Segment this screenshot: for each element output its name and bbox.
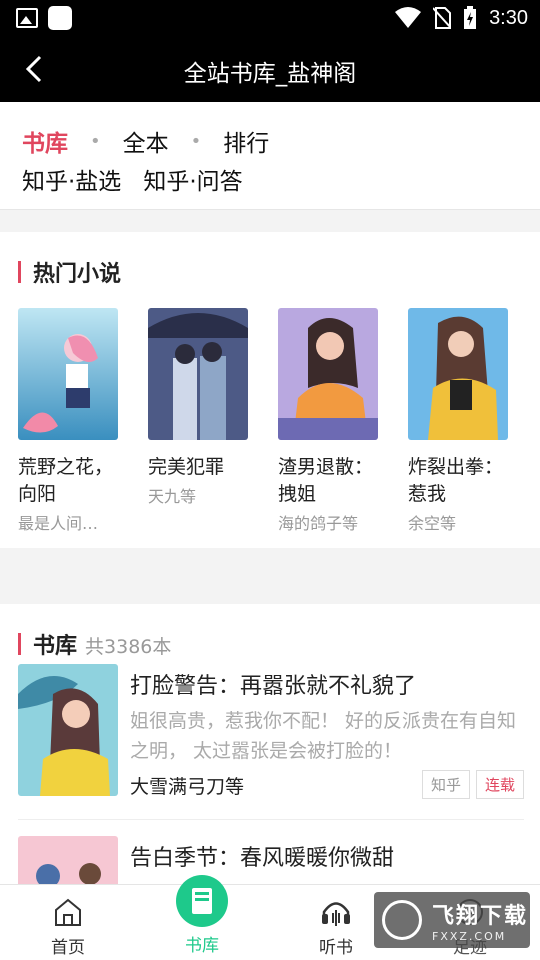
hot-novel-card[interactable]: 渣男退散：拽姐 海的鸽子等	[278, 308, 378, 534]
app-header: 全站书库_盐神阁	[0, 36, 540, 102]
watermark-subtext: FXXZ.COM	[432, 929, 507, 943]
book-author: 余空等	[408, 514, 457, 533]
book-title[interactable]: 渣男退散：拽姐	[278, 454, 378, 508]
hot-novel-card[interactable]: 荒野之花，向阳 最是人间…	[18, 308, 118, 534]
battery-charging-icon	[464, 6, 477, 29]
category-zhihu-qa[interactable]: 知乎·问答	[143, 162, 242, 196]
hot-novels-section: 热门小说 荒野之花，向阳 最是人间… 完美犯罪 天九等 渣男退散：拽姐 海的鸽子…	[0, 232, 540, 548]
app-icon	[48, 6, 72, 30]
section-accent-bar	[18, 633, 21, 655]
book-cover[interactable]	[18, 308, 118, 440]
page-title: 全站书库_盐神阁	[183, 61, 357, 87]
book-author: 天九等	[148, 487, 197, 506]
book-count: 共3386本	[85, 636, 172, 658]
book-author: 大雪满弓刀等	[130, 776, 245, 798]
book-cover[interactable]	[148, 308, 248, 440]
status-time: 3:30	[489, 6, 528, 29]
category-zhihu-yanxuan[interactable]: 知乎·盐选	[22, 162, 121, 196]
tab-label: 首页	[51, 938, 85, 958]
headphones-icon	[322, 902, 350, 926]
separator-dot: •	[190, 130, 202, 152]
book-title[interactable]: 荒野之花，向阳	[18, 454, 118, 508]
source-tag: 知乎	[421, 770, 470, 799]
tab-label: 书库	[185, 936, 219, 956]
book-title[interactable]: 打脸警告：再嚣张就不礼貌了	[130, 668, 416, 700]
book-author: 最是人间…	[18, 514, 99, 533]
no-sim-icon	[433, 7, 452, 29]
status-tag: 连载	[475, 770, 524, 799]
library-section: 书库 共3386本 打脸警告：再嚣张就不礼貌了 姐很高贵，惹我你不配！ 好的反派…	[0, 604, 540, 896]
image-icon	[16, 8, 38, 28]
book-title[interactable]: 完美犯罪	[148, 454, 248, 481]
hot-novel-card[interactable]: 完美犯罪 天九等	[148, 308, 248, 534]
wifi-icon	[395, 7, 422, 28]
tab-label: 听书	[319, 938, 353, 958]
book-title[interactable]: 告白季节：春风暖暖你微甜	[130, 840, 394, 872]
status-bar: 3:30	[0, 0, 540, 36]
tab-library[interactable]: 书库	[152, 875, 252, 956]
list-item[interactable]: 打脸警告：再嚣张就不礼貌了 姐很高贵，惹我你不配！ 好的反派贵在有自知之明， 太…	[18, 664, 524, 820]
watermark-text: 飞翔下载	[432, 903, 529, 929]
category-complete[interactable]: 全本	[123, 124, 169, 158]
book-author: 海的鸽子等	[278, 514, 359, 533]
book-cover[interactable]	[18, 664, 118, 796]
category-library[interactable]: 书库	[22, 124, 68, 158]
book-title[interactable]: 炸裂出拳：惹我	[408, 454, 508, 508]
home-icon	[55, 898, 81, 926]
section-accent-bar	[18, 261, 21, 283]
category-nav: 书库 • 全本 • 排行 知乎·盐选 知乎·问答	[0, 102, 540, 210]
book-cover[interactable]	[408, 308, 508, 440]
tab-audiobook[interactable]: 听书	[286, 895, 386, 958]
book-description: 姐很高贵，惹我你不配！ 好的反派贵在有自知之明， 太过嚣张是会被打脸的！	[130, 710, 517, 762]
category-ranking[interactable]: 排行	[223, 124, 269, 158]
hot-novels-list[interactable]: 荒野之花，向阳 最是人间… 完美犯罪 天九等 渣男退散：拽姐 海的鸽子等 炸裂出…	[18, 308, 508, 534]
section-title: 书库	[33, 634, 78, 659]
tab-home[interactable]: 首页	[18, 895, 118, 958]
hot-novel-card[interactable]: 炸裂出拳：惹我 余空等	[408, 308, 508, 534]
watermark-logo-icon	[382, 900, 422, 940]
section-title: 热门小说	[33, 262, 122, 287]
watermark-badge: 飞翔下载 FXXZ.COM	[374, 892, 530, 948]
book-icon	[176, 875, 228, 927]
book-cover[interactable]	[278, 308, 378, 440]
separator-dot: •	[90, 130, 101, 152]
